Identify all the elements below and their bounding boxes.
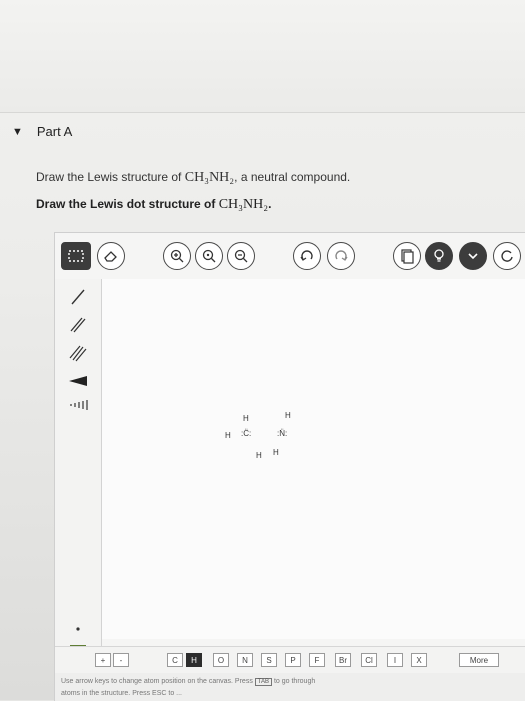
more-elements-button[interactable]: More [459,653,499,667]
double-bond-icon[interactable] [64,313,92,337]
element-cl-button[interactable]: Cl [361,653,377,667]
element-h-button[interactable]: H [186,653,202,667]
question-prompt: Draw the Lewis structure of CH₃NH₂, a ne… [36,170,350,186]
atom-nitrogen[interactable]: :N̈: [277,429,287,438]
tab-key-label: TAB [254,678,273,686]
reset-icon[interactable] [493,242,521,270]
atom-h[interactable]: H [243,414,249,423]
prompt-formula: CH₃NH₂ [184,170,235,185]
hint-text-line2: atoms in the structure. Press ESC to ... [61,690,182,697]
hint-text-continued: to go through [273,678,316,685]
element-n-button[interactable]: N [237,653,253,667]
bond-toolbar [55,279,102,699]
prompt-suffix: , a neutral compound. [234,170,351,184]
atom-h[interactable]: H [225,431,231,440]
header-strip [0,0,525,113]
hint-text: Use arrow keys to change atom position o… [61,678,253,685]
instruction-text: Draw the Lewis dot structure of [36,197,219,211]
undo-icon[interactable] [293,242,321,270]
triple-bond-icon[interactable] [64,341,92,365]
positive-charge-button[interactable]: + [95,653,111,667]
zoom-reset-icon[interactable] [195,242,223,270]
wedge-bond-icon[interactable] [64,369,92,393]
element-x-button[interactable]: X [411,653,427,667]
keyboard-hint: Use arrow keys to change atom position o… [55,673,525,701]
element-palette: + - C H O N S P F Br Cl I X More [55,646,525,673]
atom-carbon[interactable]: :C̈: [241,429,251,438]
element-p-button[interactable]: P [285,653,301,667]
lone-pair-icon[interactable] [64,617,92,641]
part-header[interactable]: ▼ Part A [12,124,72,139]
instruction-formula: CH₃NH₂ [218,197,269,212]
collapse-caret-icon[interactable]: ▼ [12,126,23,138]
editor-toolbar [55,233,525,279]
zoom-out-icon[interactable] [227,242,255,270]
part-title: Part A [36,124,73,139]
element-c-button[interactable]: C [167,653,183,667]
redo-icon[interactable] [327,242,355,270]
element-o-button[interactable]: O [213,653,229,667]
element-s-button[interactable]: S [261,653,277,667]
lewis-structure-editor: H H H :C̈: :N̈: H H + - C H O N S P F Br… [54,232,525,701]
hint-icon[interactable] [425,242,453,270]
zoom-in-icon[interactable] [163,242,191,270]
negative-charge-button[interactable]: - [113,653,129,667]
element-br-button[interactable]: Br [335,653,351,667]
templates-icon[interactable] [393,242,421,270]
atom-h[interactable]: H [256,451,262,460]
hash-bond-icon[interactable] [64,393,92,417]
single-bond-icon[interactable] [64,285,92,309]
select-marquee-icon[interactable] [61,242,91,270]
atom-h[interactable]: H [285,411,291,420]
eraser-icon[interactable] [97,242,125,270]
element-f-button[interactable]: F [309,653,325,667]
expand-icon[interactable] [459,242,487,270]
prompt-text: Draw the Lewis structure of [36,170,185,184]
question-instruction: Draw the Lewis dot structure of CH₃NH₂. [36,197,271,213]
element-i-button[interactable]: I [387,653,403,667]
atom-h[interactable]: H [273,448,279,457]
drawing-canvas[interactable]: H H H :C̈: :N̈: H H [102,279,525,639]
instruction-suffix: . [268,197,272,211]
